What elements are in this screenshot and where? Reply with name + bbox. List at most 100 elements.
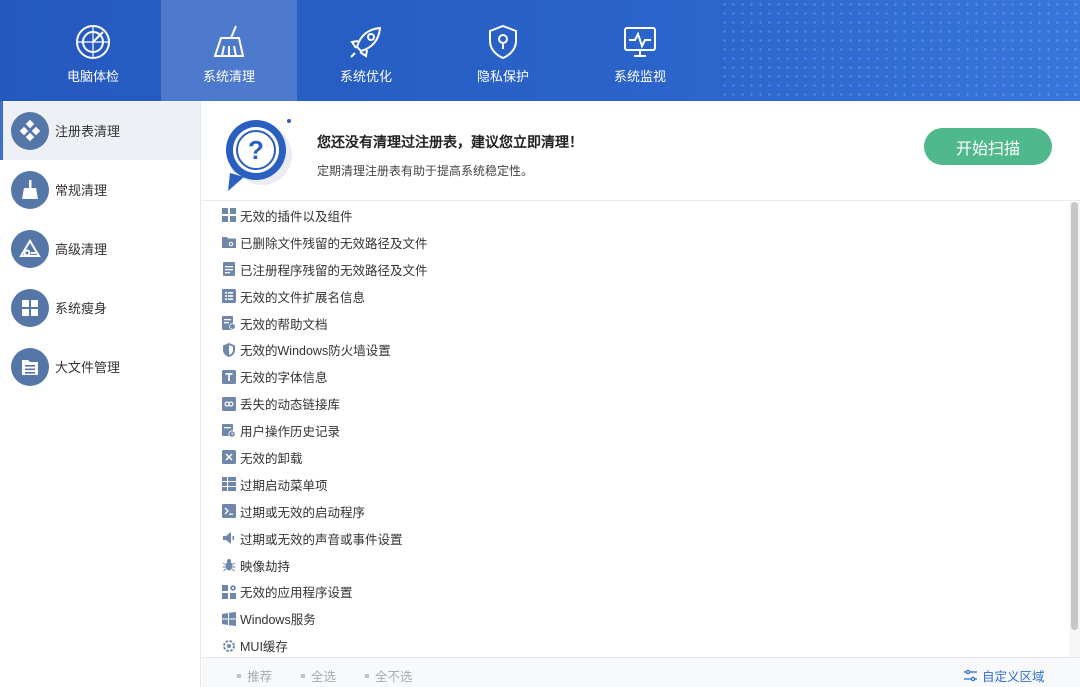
uninstall-icon: [222, 450, 236, 465]
bullet-icon: [365, 673, 369, 678]
speaker-icon: [222, 531, 236, 545]
sidebar-item-label: 系统瘦身: [55, 301, 108, 316]
tab-privacy-protect[interactable]: 隐私保护: [435, 0, 571, 101]
list-item-label: 映像劫持: [240, 559, 291, 574]
status-banner: ? 您还没有清理过注册表，建议您立即清理！ 定期清理注册表有助于提高系统稳定性。…: [202, 101, 1080, 201]
custom-area-label: 自定义区域: [982, 670, 1045, 684]
header-decoration: [720, 0, 1080, 101]
start-menu-icon: [222, 477, 236, 492]
list-item-label: 无效的帮助文档: [240, 317, 328, 332]
list-item-label: 过期启动菜单项: [240, 478, 328, 493]
list-item-label: Windows服务: [240, 613, 316, 628]
help-doc-icon: [222, 316, 236, 330]
list-item-label: 用户操作历史记录: [240, 425, 341, 440]
banner-subtitle: 定期清理注册表有助于提高系统稳定性。: [317, 164, 534, 178]
tab-pc-checkup[interactable]: 电脑体检: [25, 0, 161, 101]
registry-icon: [11, 111, 49, 150]
sidebar-item-label: 高级清理: [55, 242, 108, 257]
bug-icon: [222, 558, 236, 572]
monitor-pulse-icon: [624, 27, 656, 57]
list-item[interactable]: 无效的字体信息: [202, 363, 1068, 390]
list-item[interactable]: 已删除文件残留的无效路径及文件: [202, 229, 1068, 256]
list-item[interactable]: 过期启动菜单项: [202, 471, 1068, 498]
font-icon: [222, 369, 236, 384]
list-item-label: 无效的Windows防火墙设置: [240, 344, 391, 359]
cache-icon: [222, 639, 236, 653]
list-item[interactable]: 丢失的动态链接库: [202, 390, 1068, 417]
list-item-label: 无效的文件扩展名信息: [240, 290, 366, 305]
history-icon: [222, 423, 236, 438]
question-bubble-icon: ?: [226, 119, 292, 191]
bullet-icon: [301, 673, 305, 678]
radar-icon: [76, 25, 110, 59]
tab-label: 系统清理: [202, 69, 255, 84]
windows-icon: [11, 288, 49, 327]
select-none-link[interactable]: 全不选: [365, 666, 413, 685]
list-item-label: 过期或无效的声音或事件设置: [240, 532, 403, 547]
scrollbar-thumb[interactable]: [1071, 202, 1078, 630]
folder-list-icon: [11, 347, 49, 386]
top-nav-bar: 电脑体检 系统清理 系统优化 隐私保护 系统监视: [0, 0, 1080, 101]
list-item-label: 已注册程序残留的无效路径及文件: [240, 263, 428, 278]
windows-icon: [222, 611, 236, 626]
list-item[interactable]: 无效的帮助文档: [202, 310, 1068, 337]
list-item[interactable]: 映像劫持: [202, 552, 1068, 579]
list-item-label: 无效的卸载: [240, 451, 303, 466]
list-item-label: 已删除文件残留的无效路径及文件: [240, 236, 428, 251]
list-item[interactable]: 无效的Windows防火墙设置: [202, 336, 1068, 363]
list-item[interactable]: 无效的插件以及组件: [202, 202, 1068, 229]
terminal-icon: [222, 504, 236, 519]
broom-icon: [11, 170, 49, 209]
list-item[interactable]: Windows服务: [202, 605, 1068, 632]
tab-system-monitor[interactable]: 系统监视: [572, 0, 708, 101]
bullet-icon: [237, 673, 241, 678]
sidebar-item-system-slim[interactable]: 系统瘦身: [0, 278, 200, 337]
sidebar-item-regular-clean[interactable]: 常规清理: [0, 160, 200, 219]
tab-label: 隐私保护: [476, 69, 529, 84]
list-item[interactable]: 无效的卸载: [202, 444, 1068, 471]
list-item[interactable]: 用户操作历史记录: [202, 417, 1068, 444]
list-item-label: 无效的字体信息: [240, 371, 328, 386]
sidebar-item-label: 常规清理: [55, 183, 108, 198]
list-item[interactable]: 无效的应用程序设置: [202, 578, 1068, 605]
sidebar-item-advanced-clean[interactable]: 高级清理: [0, 219, 200, 278]
shield-lock-icon: [489, 24, 517, 60]
list-item[interactable]: 过期或无效的启动程序: [202, 498, 1068, 525]
select-all-link[interactable]: 全选: [301, 666, 336, 685]
app-settings-icon: [222, 584, 236, 599]
tab-system-optimize[interactable]: 系统优化: [298, 0, 434, 101]
folder-link-icon: [222, 235, 236, 249]
sidebar-item-label: 大文件管理: [55, 360, 121, 375]
start-scan-button[interactable]: 开始扫描: [924, 128, 1052, 165]
sidebar-item-registry-clean[interactable]: 注册表清理: [0, 101, 200, 160]
broom-icon: [213, 25, 245, 57]
banner-title: 您还没有清理过注册表，建议您立即清理！: [317, 134, 583, 150]
document-icon: [222, 262, 236, 277]
list-item[interactable]: 无效的文件扩展名信息: [202, 283, 1068, 310]
tab-label: 系统优化: [339, 69, 392, 84]
list-scrollbar[interactable]: [1069, 202, 1080, 657]
tab-label: 电脑体检: [66, 69, 119, 84]
svg-text:?: ?: [248, 135, 264, 165]
advanced-clean-icon: [11, 229, 49, 268]
sidebar-item-large-file-manage[interactable]: 大文件管理: [0, 337, 200, 396]
tab-system-clean[interactable]: 系统清理: [161, 0, 297, 101]
list-item[interactable]: MUI缓存: [202, 632, 1068, 657]
list-item-label: 无效的插件以及组件: [240, 209, 353, 224]
sliders-icon: [964, 669, 977, 682]
sidebar-item-label: 注册表清理: [55, 124, 121, 139]
dll-icon: [222, 396, 236, 411]
sidebar: 注册表清理 常规清理 高级清理 系统瘦身 大文件管理: [0, 101, 201, 687]
custom-area-link[interactable]: 自定义区域: [964, 666, 1045, 685]
recommend-label: 推荐: [247, 670, 273, 684]
grid-icon: [222, 208, 236, 223]
recommend-link[interactable]: 推荐: [237, 666, 272, 685]
list-item-label: 丢失的动态链接库: [240, 398, 341, 413]
list-item[interactable]: 已注册程序残留的无效路径及文件: [202, 256, 1068, 283]
select-none-label: 全不选: [375, 670, 413, 684]
list-item-label: 无效的应用程序设置: [240, 586, 353, 601]
firewall-shield-icon: [222, 342, 236, 357]
list-footer: 推荐 全选 全不选 自定义区域: [202, 657, 1080, 687]
list-item[interactable]: 过期或无效的声音或事件设置: [202, 525, 1068, 552]
rocket-icon: [350, 26, 382, 58]
